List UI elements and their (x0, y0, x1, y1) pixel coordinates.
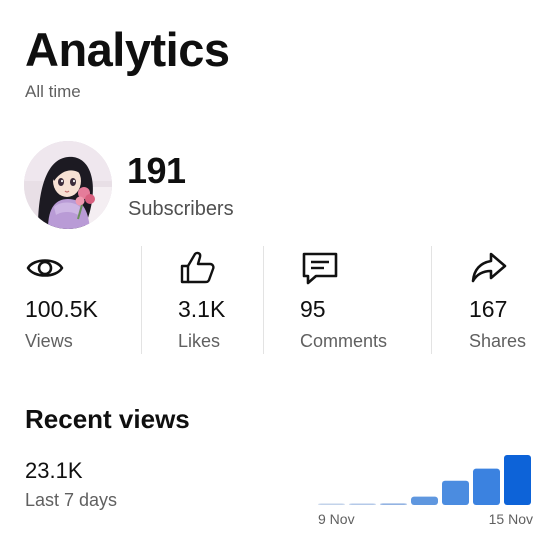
chart-bar (504, 455, 531, 505)
comments-label: Comments (300, 331, 388, 351)
likes-value: 3.1K (178, 296, 226, 322)
page-title: Analytics (25, 23, 230, 76)
chart-tick-label: 9 Nov (318, 511, 355, 527)
stat-likes[interactable]: 3.1K Likes (178, 244, 258, 356)
anime-girl-avatar-image (24, 141, 112, 229)
stats-row: 100.5K Views 3.1K Likes 95 Comments 167 … (0, 244, 560, 356)
eye-icon (25, 248, 65, 288)
stat-views[interactable]: 100.5K Views (25, 244, 135, 356)
chart-bar (318, 503, 345, 505)
stat-shares[interactable]: 167 Shares (469, 244, 549, 356)
stat-comments[interactable]: 95 Comments (300, 244, 410, 356)
likes-label: Likes (178, 331, 221, 351)
comments-value: 95 (300, 296, 326, 322)
subscriber-label: Subscribers (128, 198, 234, 220)
time-range-label: All time (25, 82, 81, 101)
channel-avatar[interactable] (24, 141, 112, 229)
thumbs-up-icon (178, 248, 218, 288)
share-icon (469, 248, 509, 288)
subscriber-count: 191 (127, 150, 186, 191)
shares-value: 167 (469, 296, 508, 322)
chart-bar (473, 468, 500, 505)
shares-label: Shares (469, 331, 527, 351)
stat-divider (431, 246, 432, 354)
views-label: Views (25, 331, 73, 351)
recent-views-chart[interactable]: 9 Nov 15 Nov (300, 440, 550, 540)
chart-bar (349, 503, 376, 505)
stat-divider (263, 246, 264, 354)
recent-views-title: Recent views (25, 404, 190, 434)
stat-divider (141, 246, 142, 354)
recent-views-chart-svg: 9 Nov 15 Nov (318, 455, 533, 527)
chart-bar (411, 496, 438, 505)
views-value: 100.5K (25, 296, 98, 322)
chart-bar (442, 480, 469, 505)
chart-bar (380, 503, 407, 505)
analytics-page: Analytics All time 191 Subscribers 100.5… (0, 0, 560, 560)
chart-tick-label: 15 Nov (489, 511, 533, 527)
recent-views-value: 23.1K (25, 458, 83, 483)
recent-views-period: Last 7 days (25, 490, 118, 510)
comment-icon (300, 248, 340, 288)
